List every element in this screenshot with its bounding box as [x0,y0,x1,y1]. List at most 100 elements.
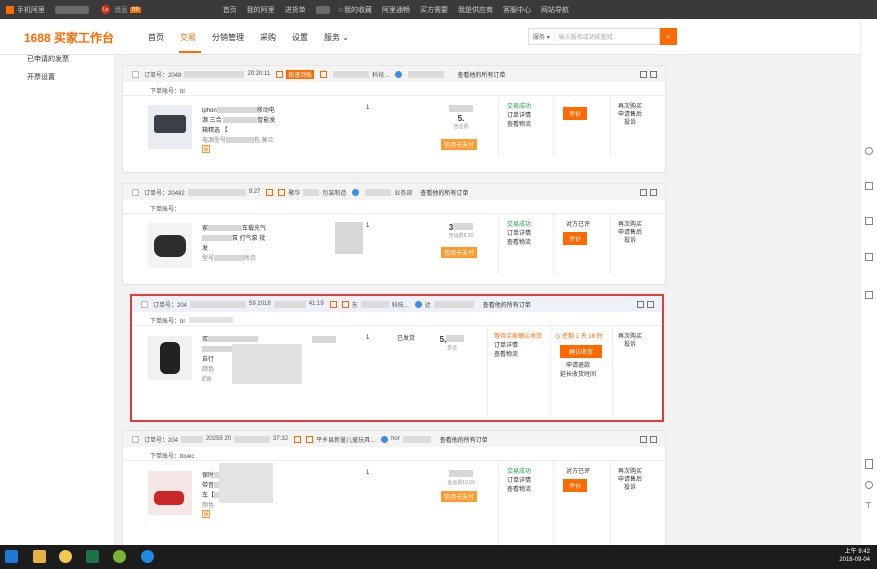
note-icon[interactable] [640,188,647,196]
buy-again-link[interactable]: 再次购买 [618,103,642,111]
product-title[interactable]: 家车载充气 [202,223,266,232]
bell-icon[interactable] [865,253,873,261]
trash-icon[interactable] [650,188,657,196]
order-status-block: 交易成功 订单详情 查看物流 [507,221,531,248]
avatar[interactable]: Lx [101,5,110,14]
shop-name[interactable]: 科技... [372,70,389,79]
complain-link[interactable]: 投诉 [618,341,642,349]
back-to-top-icon[interactable]: ⊤ [865,501,873,510]
view-all-orders-link[interactable]: 查看他的所有订单 [440,435,488,444]
product-thumbnail[interactable] [148,336,192,380]
order-checkbox[interactable] [132,435,139,443]
nav-home[interactable]: 首页 [148,32,164,43]
view-all-orders-link[interactable]: 查看他的所有订单 [483,300,531,309]
message-link[interactable]: 消息 99 [114,5,141,15]
mobile-ali-link[interactable]: 手机阿里 [17,5,45,15]
order-checkbox[interactable] [141,300,148,308]
excel-icon[interactable] [86,550,99,563]
chat-icon[interactable] [414,300,422,308]
nav-trade[interactable]: 交易 [180,32,196,43]
nav-service[interactable]: 服务 ⌄ [324,32,349,43]
order-header: 订单号：204 20259 20 37:32 平乡县新童儿童玩具... hor … [123,431,665,447]
product-title[interactable]: iphon 移动电 [202,105,275,114]
browser-icon[interactable] [59,550,72,563]
nav-settings[interactable]: 设置 [292,32,308,43]
calendar-icon[interactable] [865,291,873,299]
supplier-link[interactable]: 我是供应商 [458,5,493,15]
order-header: 订单号：20482 9:27 聚华 包装制造 业务部 查看他的所有订单 [123,184,665,200]
my-ali-link[interactable]: 我的阿里 [247,5,275,15]
service-center-link[interactable]: 客服中心 [503,5,531,15]
refund-link[interactable]: 申请退款 [566,362,590,371]
chat-icon[interactable] [381,435,389,443]
order-detail-link[interactable]: 订单详情 [507,477,531,486]
logistics-link[interactable]: 查看物流 [507,121,531,130]
view-all-orders-link[interactable]: 查看他的所有订单 [457,70,505,79]
favorites-link[interactable]: ☆ 我的收藏 [338,5,372,15]
search-input[interactable]: 输入服务或功能查找 [555,32,613,41]
help-icon[interactable] [865,147,873,155]
nav-purchase[interactable]: 采购 [260,32,276,43]
note-icon[interactable] [640,435,647,443]
confirm-receipt-button[interactable]: 确认收货 [560,345,603,358]
extend-receipt-link[interactable]: 延长收货时间 [560,371,596,380]
product-thumbnail[interactable] [148,471,192,515]
folder-icon[interactable] [33,550,46,563]
logistics-link[interactable]: 查看物流 [507,239,531,248]
sidebar-item-invoices[interactable]: 已申请的发票 [27,54,114,64]
ali-tong-link[interactable]: 阿里通畅 [382,5,410,15]
phone-icon[interactable] [865,459,873,469]
complain-link[interactable]: 投诉 [618,484,642,492]
after-sale-link[interactable]: 申请售后 [618,476,642,484]
note-icon[interactable] [637,300,644,308]
complain-link[interactable]: 投诉 [618,237,642,245]
trash-icon[interactable] [647,300,654,308]
edge-icon[interactable] [141,550,154,563]
brand-logo[interactable]: 1688 买家工作台 [24,29,114,46]
shop-icon [278,188,286,196]
review-button[interactable]: 评价 [563,232,588,245]
review-button[interactable]: 评价 [563,479,588,492]
order-detail-link[interactable]: 订单详情 [494,342,542,351]
product-thumbnail[interactable] [148,105,192,149]
site-nav-link[interactable]: 网站导航 [541,5,569,15]
price: 5, 含运 [432,335,472,351]
chat-icon[interactable] [352,188,360,196]
search-button[interactable]: ⌕ [660,28,677,45]
product-thumbnail[interactable] [148,223,192,267]
logistics-link[interactable]: 查看物流 [494,351,542,360]
after-sale-link[interactable]: 申请售后 [618,111,642,119]
system-clock[interactable]: 上午 9:42 2018-09-04 [839,548,870,564]
shop-name[interactable]: 包装制造 [322,188,346,197]
complain-link[interactable]: 投诉 [618,119,642,127]
search-scope-select[interactable]: 服务 ▾ [529,32,555,41]
buy-again-link[interactable]: 再次购买 [618,221,642,229]
plug-icon[interactable] [865,217,873,225]
after-sale-link[interactable]: 申请售后 [618,229,642,237]
review-button[interactable]: 评价 [563,107,588,120]
product-title[interactable]: 双 [202,334,259,343]
home-link[interactable]: 首页 [223,5,237,15]
buy-again-link[interactable]: 再次购买 [618,468,642,476]
nav-distribution[interactable]: 分销管理 [212,32,244,43]
order-checkbox[interactable] [132,70,139,78]
shop-name[interactable]: 科技... [392,300,409,309]
cart-link[interactable]: 进货单 [285,5,306,15]
logistics-link[interactable]: 查看物流 [507,486,531,495]
start-icon[interactable] [5,550,18,563]
note-icon[interactable] [640,70,647,78]
trash-icon[interactable] [650,435,657,443]
wechat-icon[interactable] [113,550,126,563]
view-all-orders-link[interactable]: 查看他的所有订单 [420,188,468,197]
bookmark-icon[interactable] [865,182,873,190]
chat-icon[interactable] [395,70,403,78]
order-detail-link[interactable]: 订单详情 [507,230,531,239]
buyer-need-link[interactable]: 买方需要 [420,5,448,15]
order-checkbox[interactable] [132,188,139,196]
refresh-icon[interactable] [865,481,873,489]
order-detail-link[interactable]: 订单详情 [507,112,531,121]
trash-icon[interactable] [650,70,657,78]
buy-again-link[interactable]: 再次购买 [618,333,642,341]
sidebar-item-invoice-settings[interactable]: 开票设置 [27,72,114,82]
shop-name[interactable]: 平乡县新童儿童玩具... [316,435,375,444]
